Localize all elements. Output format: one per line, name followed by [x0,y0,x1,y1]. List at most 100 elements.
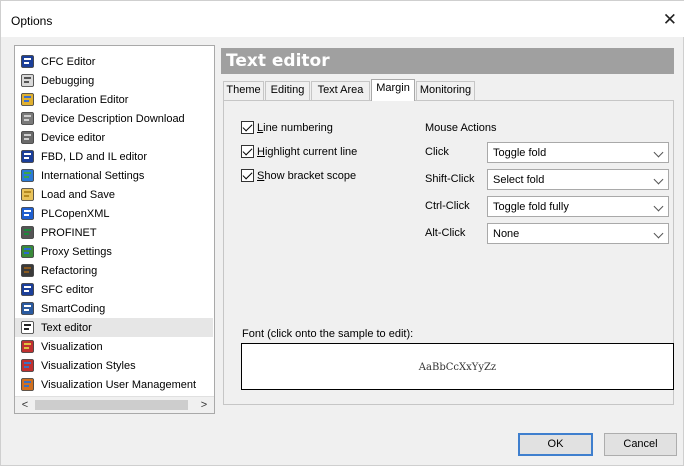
folder-icon [21,188,34,201]
tree-item[interactable]: Load and Save [15,185,213,204]
tree-item[interactable]: SmartCoding [15,299,213,318]
tree-item[interactable]: Debugging [15,71,213,90]
tree-item-label: Refactoring [41,264,98,277]
ctrl-click-action-value: Toggle fold fully [493,201,569,213]
proxy-icon [21,245,34,258]
highlight-current-line-checkbox[interactable]: Highlight current line [241,145,357,158]
checkbox-label-rest: ine numbering [263,121,333,134]
tree-item-label: Debugging [41,74,95,87]
chevron-down-icon [653,147,664,158]
tree-item[interactable]: SFC editor [15,280,213,299]
globe-icon [21,169,34,182]
smartcoding-icon [21,302,34,315]
tree-item-label: International Settings [41,169,145,182]
tree-item-label: Load and Save [41,188,116,201]
debugging-icon [21,74,34,87]
device-editor-icon [21,131,34,144]
declaration-editor-icon [21,93,34,106]
tab-margin[interactable]: Margin [371,79,415,101]
cancel-button[interactable]: Cancel [604,433,677,456]
alt-click-action-value: None [493,228,520,240]
tab-editing[interactable]: Editing [265,81,310,100]
tree-item[interactable]: Visualization Styles [15,356,213,375]
chevron-down-icon [653,201,664,212]
tree-item-label: CFC Editor [41,55,96,68]
visualization-icon [21,340,34,353]
tree-item[interactable]: Device Description Download [15,109,213,128]
shift-click-label: Shift-Click [425,173,475,185]
checkbox-label-rest: how bracket scope [264,169,357,182]
checkbox-checked-icon [241,169,254,182]
section-header: Text editor [221,48,674,74]
refactoring-icon [21,264,34,277]
chevron-down-icon [653,228,664,239]
tab-monitoring[interactable]: Monitoring [416,81,475,100]
scroll-right-icon[interactable]: > [197,399,211,411]
font-sample-box[interactable]: AaBbCcXxYyZz [241,343,674,390]
checkbox-label-rest: ighlight current line [264,145,358,158]
shift-click-action-select[interactable]: Select fold [487,169,669,190]
alt-click-action-select[interactable]: None [487,223,669,244]
line-numbering-checkbox[interactable]: Line numbering [241,121,333,134]
alt-click-label: Alt-Click [425,227,466,239]
font-label: Font (click onto the sample to edit): [242,328,414,340]
tree-item[interactable]: CFC Editor [15,52,213,71]
tab-theme[interactable]: Theme [223,81,264,100]
tree-item[interactable]: FBD, LD and IL editor [15,147,213,166]
tab-text-area[interactable]: Text Area [311,81,370,100]
fbd-editor-icon [21,150,34,163]
tree-item[interactable]: PROFINET [15,223,213,242]
device-description-icon [21,112,34,125]
tree-item[interactable]: Visualization User Management [15,375,213,394]
horizontal-scrollbar[interactable]: < > [15,396,214,413]
tree-item-label: Device Description Download [41,112,185,125]
title-bar: Options ✕ [1,1,684,37]
chevron-down-icon [653,174,664,185]
scrollbar-thumb[interactable] [35,400,188,410]
checkbox-checked-icon [241,145,254,158]
tree-item-label: PLCopenXML [41,207,110,220]
category-tree[interactable]: Visualization User Management Visualizati… [14,45,215,414]
tree-item-label: SFC editor [41,283,94,296]
text-editor-icon [21,321,34,334]
visualization-styles-icon [21,359,34,372]
ok-button[interactable]: OK [518,433,593,456]
tree-item[interactable]: Text editor [15,318,213,337]
scroll-left-icon[interactable]: < [18,399,32,411]
show-bracket-scope-checkbox[interactable]: Show bracket scope [241,169,356,182]
options-dialog: Options ✕ Visualization User Management V… [0,0,684,466]
tree-item-label: Visualization User Management [41,378,197,391]
ctrl-click-action-select[interactable]: Toggle fold fully [487,196,669,217]
tree-item-label: Declaration Editor [41,93,129,106]
tree-item-label: SmartCoding [41,302,106,315]
click-label: Click [425,146,449,158]
checkbox-label: Line numbering [257,121,333,134]
section-title: Text editor [226,51,330,71]
click-action-value: Toggle fold [493,147,547,159]
tree-item[interactable]: Declaration Editor [15,90,213,109]
cfc-editor-icon [21,55,34,68]
ctrl-click-label: Ctrl-Click [425,200,470,212]
plcopenxml-icon [21,207,34,220]
tree-item-label: Proxy Settings [41,245,112,258]
sfc-editor-icon [21,283,34,296]
checkbox-checked-icon [241,121,254,134]
click-action-select[interactable]: Toggle fold [487,142,669,163]
tree-item[interactable]: PLCopenXML [15,204,213,223]
tree-item-label: Device editor [41,131,106,144]
profinet-icon [21,226,34,239]
tree-item-label: PROFINET [41,226,97,239]
tree-item-label: Text editor [41,321,92,334]
tree-item-label: FBD, LD and IL editor [41,150,147,163]
close-icon[interactable]: ✕ [663,10,677,30]
font-sample-text: AaBbCcXxYyZz [418,362,497,373]
tree-item[interactable]: International Settings [15,166,213,185]
tree-item[interactable]: Proxy Settings [15,242,213,261]
tree-item[interactable]: Device editor [15,128,213,147]
shift-click-action-value: Select fold [493,174,545,186]
tree-item[interactable]: Visualization [15,337,213,356]
tree-item-label: Visualization Styles [41,359,136,372]
tree-item[interactable]: Refactoring [15,261,213,280]
mouse-actions-title: Mouse Actions [425,122,497,134]
checkbox-label: Highlight current line [257,145,358,158]
